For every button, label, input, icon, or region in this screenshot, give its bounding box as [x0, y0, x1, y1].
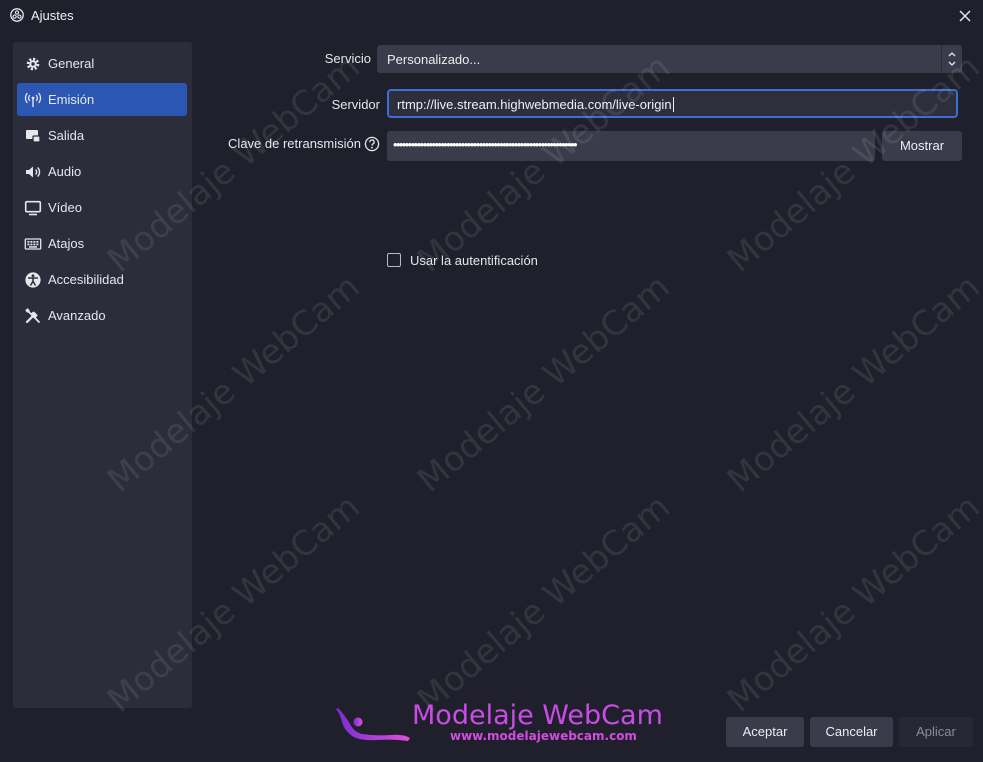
sidebar-item-label: Salida: [48, 128, 85, 143]
window-title: Ajustes: [31, 8, 74, 23]
watermark-text: Modelaje WebCam: [720, 486, 983, 721]
output-icon: [26, 130, 41, 143]
tools-icon: [25, 308, 40, 324]
monitor-icon: [24, 200, 42, 216]
gear-icon: [26, 57, 40, 71]
server-input[interactable]: rtmp://live.stream.highwebmedia.com/live…: [387, 89, 958, 118]
sidebar-item-label: Atajos: [48, 236, 85, 251]
service-label: Servicio: [324, 51, 371, 66]
server-label: Servidor: [331, 97, 380, 112]
cancel-button[interactable]: Cancelar: [810, 717, 893, 747]
sidebar-item-label: General: [48, 56, 95, 71]
settings-window: Ajustes General Emisión Salida Audio Víd…: [0, 0, 983, 762]
title-bar: Ajustes: [0, 0, 983, 32]
auth-checkbox[interactable]: [387, 253, 401, 267]
watermark-logo-text: Modelaje WebCam: [412, 700, 663, 731]
broadcast-icon: [24, 92, 42, 107]
watermark-text: Modelaje WebCam: [720, 266, 983, 501]
stream-key-input[interactable]: ••••••••••••••••••••••••••••••••••••••••…: [387, 131, 875, 161]
text-caret: [672, 97, 674, 112]
service-value: Personalizado...: [387, 52, 481, 67]
sidebar-item-atajos[interactable]: Atajos: [17, 227, 187, 260]
speaker-icon: [26, 166, 41, 178]
show-key-button[interactable]: Mostrar: [882, 131, 962, 161]
sidebar-item-avanzado[interactable]: Avanzado: [17, 299, 187, 332]
sidebar-item-label: Audio: [48, 164, 82, 179]
close-icon[interactable]: [955, 6, 975, 26]
stream-key-label: Clave de retransmisión: [228, 136, 361, 151]
apply-button[interactable]: Aplicar: [899, 717, 973, 747]
accessibility-icon: [25, 272, 41, 288]
help-icon[interactable]: [364, 136, 380, 152]
sidebar-item-video[interactable]: Vídeo: [17, 191, 187, 224]
service-dropdown[interactable]: Personalizado...: [377, 45, 962, 73]
watermark-text: Modelaje WebCam: [410, 46, 678, 281]
sidebar-item-label: Accesibilidad: [48, 272, 124, 287]
watermark-logo-icon: [336, 708, 410, 741]
sidebar-item-salida[interactable]: Salida: [17, 119, 187, 152]
watermark-text: Modelaje WebCam: [410, 266, 678, 501]
watermark-text: Modelaje WebCam: [410, 486, 678, 721]
sidebar-item-emision[interactable]: Emisión: [17, 83, 187, 116]
settings-sidebar: General Emisión Salida Audio Vídeo Atajo…: [13, 42, 192, 708]
sidebar-item-label: Emisión: [48, 92, 95, 107]
keyboard-icon: [24, 238, 42, 250]
sidebar-item-label: Vídeo: [48, 200, 82, 215]
sidebar-item-label: Avanzado: [48, 308, 106, 323]
watermark-text: Modelaje WebCam: [720, 46, 983, 281]
auth-checkbox-label: Usar la autentificación: [410, 253, 538, 268]
updown-chevron-icon: [941, 45, 956, 73]
accept-button[interactable]: Aceptar: [726, 717, 804, 747]
sidebar-item-general[interactable]: General: [17, 47, 187, 80]
obs-logo-icon: [10, 8, 24, 22]
server-value: rtmp://live.stream.highwebmedia.com/live…: [397, 97, 672, 112]
stream-key-value: ••••••••••••••••••••••••••••••••••••••••…: [393, 137, 578, 152]
sidebar-item-audio[interactable]: Audio: [17, 155, 187, 188]
sidebar-item-accesibilidad[interactable]: Accesibilidad: [17, 263, 187, 296]
watermark-logo-url: www.modelajewebcam.com: [450, 729, 637, 743]
